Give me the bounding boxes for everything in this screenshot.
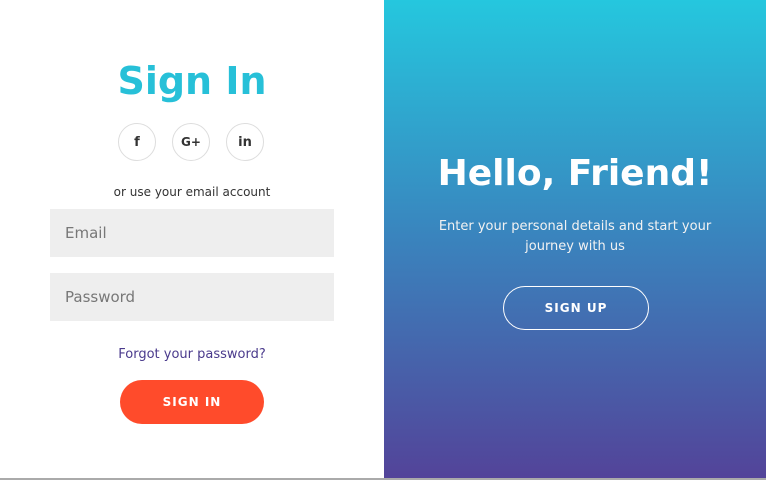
linkedin-icon: in (238, 134, 252, 150)
email-hint-text: or use your email account (113, 185, 271, 199)
facebook-login-button[interactable]: f (118, 123, 156, 161)
overlay-description: Enter your personal details and start yo… (438, 219, 712, 254)
linkedin-login-button[interactable]: in (226, 123, 264, 161)
overlay-heading: Hello, Friend! (437, 153, 713, 194)
facebook-icon: f (134, 134, 140, 150)
password-input[interactable] (50, 273, 334, 321)
google-plus-login-button[interactable]: G+ (172, 123, 210, 161)
welcome-overlay-panel: Hello, Friend! Enter your personal detai… (384, 0, 766, 480)
sign-in-button[interactable]: SIGN IN (120, 380, 264, 424)
sign-in-panel: Sign In f G+ in or use your email accoun… (0, 0, 384, 480)
sign-in-title: Sign In (117, 59, 267, 103)
social-login-row: f G+ in (118, 123, 268, 163)
email-input[interactable] (50, 209, 334, 257)
google-plus-icon: G+ (181, 135, 201, 149)
forgot-password-link[interactable]: Forgot your password? (0, 347, 384, 362)
auth-page: Sign In f G+ in or use your email accoun… (0, 0, 766, 480)
sign-up-button[interactable]: SIGN UP (503, 286, 649, 330)
